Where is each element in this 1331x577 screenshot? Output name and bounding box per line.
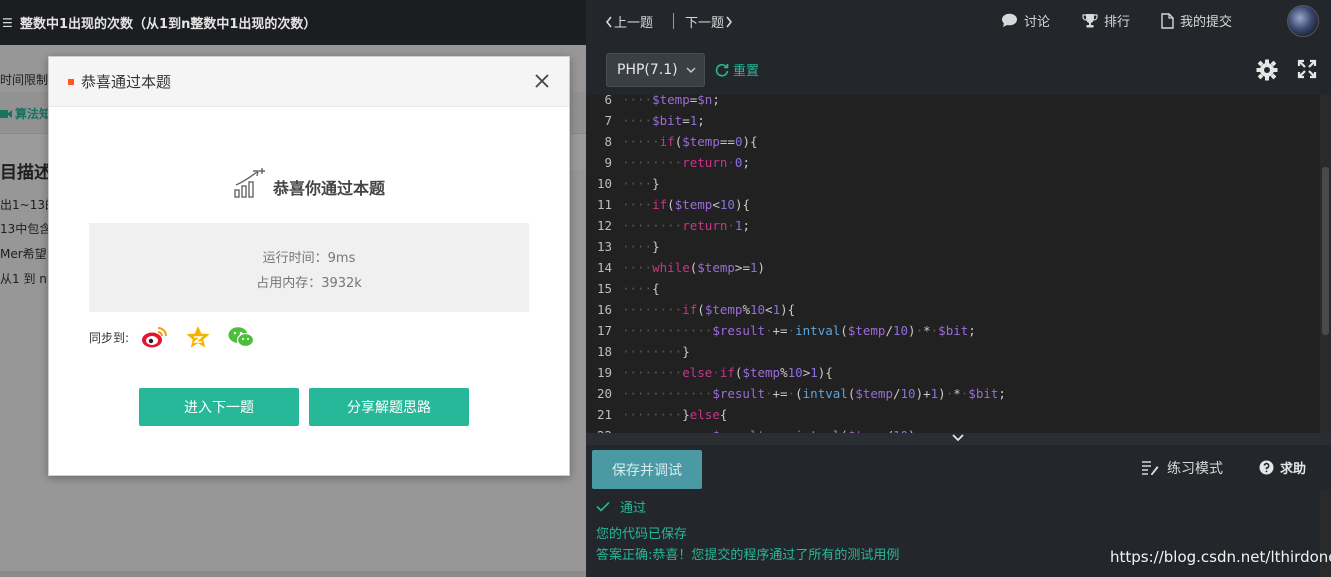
share-solution-button[interactable]: 分享解题思路	[309, 388, 469, 426]
line-number: 10	[596, 176, 612, 191]
next-problem-label: 下一题	[685, 16, 725, 31]
sync-row: 同步到:	[89, 325, 255, 349]
code-line: 19 ········else·if($temp%10>1){	[586, 362, 1320, 383]
avatar[interactable]	[1287, 5, 1319, 37]
language-select[interactable]: PHP(7.1)	[606, 53, 705, 87]
problem-title: 整数中1出现的次数（从1到n整数中1出现的次数）	[20, 17, 317, 32]
code-line: 14 ····while($temp>=1)	[586, 257, 1320, 278]
code-line: 18 ········}	[586, 341, 1320, 362]
chat-bubble-icon	[1002, 13, 1017, 27]
code-line: 20 ············$result·+=·(intval($temp/…	[586, 383, 1320, 404]
dialog-header: 恭喜通过本题	[49, 57, 569, 107]
trophy-icon	[1082, 13, 1098, 27]
code-scrollbar[interactable]	[1320, 95, 1331, 433]
sync-label: 同步到:	[89, 330, 130, 345]
code-saved-text: 您的代码已保存	[596, 527, 688, 542]
line-number: 20	[596, 386, 612, 401]
code-line: 17 ············$result·+=·intval($temp/1…	[586, 320, 1320, 341]
line-number: 6	[604, 95, 612, 107]
growth-chart-icon	[234, 168, 265, 198]
chevron-down-icon	[686, 67, 696, 73]
help-circle-icon	[1259, 460, 1274, 475]
line-number: 21	[596, 407, 612, 422]
next-problem-button[interactable]: 进入下一题	[139, 388, 299, 426]
rank-label: 排行	[1104, 15, 1131, 30]
check-icon	[596, 501, 610, 512]
refresh-icon	[715, 63, 729, 77]
rank-link[interactable]: 排行	[1082, 11, 1130, 30]
line-number: 7	[604, 113, 612, 128]
pass-status: 通过	[596, 497, 646, 516]
line-number: 18	[596, 344, 612, 359]
qzone-star-icon[interactable]	[185, 325, 211, 349]
top-bar: ☰ 整数中1出现的次数（从1到n整数中1出现的次数） 上一题 下一题 讨论 排行…	[0, 0, 1331, 45]
code-line: 8 ·····if($temp==0){	[586, 131, 1320, 152]
code-line: 7 ····$bit=1;	[586, 110, 1320, 131]
congrats-row: 恭喜你通过本题	[49, 167, 569, 199]
help-label: 求助	[1280, 462, 1307, 477]
document-icon	[1161, 12, 1174, 29]
edit-document-icon	[1142, 461, 1159, 475]
code-line: 15 ····{	[586, 278, 1320, 299]
editor-toolbar: PHP(7.1) 重置	[586, 45, 1331, 95]
line-number: 13	[596, 239, 612, 254]
line-number: 19	[596, 365, 612, 380]
practice-mode-label: 练习模式	[1167, 461, 1223, 477]
line-number: 11	[596, 197, 612, 212]
chevron-down-icon[interactable]	[951, 432, 965, 444]
result-stats-box: 运行时间：9ms 占用内存：3932k	[89, 223, 529, 312]
success-dialog: 恭喜通过本题 恭喜你通过本题 运行时间：9ms 占用内存：3932k 同步到:	[48, 56, 570, 476]
fullscreen-icon[interactable]	[1297, 59, 1317, 79]
pass-label: 通过	[620, 501, 647, 516]
run-bar: 保存并调试 练习模式 求助	[586, 445, 1331, 490]
code-line: 9 ········return·0;	[586, 152, 1320, 173]
language-value: PHP(7.1)	[617, 62, 678, 78]
discuss-label: 讨论	[1024, 15, 1051, 30]
save-and-debug-button[interactable]: 保存并调试	[592, 450, 702, 489]
chevron-left-icon	[605, 16, 612, 27]
line-number: 15	[596, 281, 612, 296]
help-button[interactable]: 求助	[1259, 458, 1306, 477]
code-line: 13 ····}	[586, 236, 1320, 257]
line-number: 17	[596, 323, 612, 338]
prev-problem-label: 上一题	[614, 16, 654, 31]
code-line: 10 ····}	[586, 173, 1320, 194]
code-line: 6 ····$temp=$n;	[586, 95, 1320, 110]
title-marker-icon	[68, 78, 74, 85]
problem-title-bar: ☰ 整数中1出现的次数（从1到n整数中1出现的次数）	[0, 0, 586, 45]
line-number: 14	[596, 260, 612, 275]
menu-icon[interactable]: ☰	[2, 16, 13, 30]
line-number: 9	[604, 155, 612, 170]
line-number: 16	[596, 302, 612, 317]
next-problem-link[interactable]: 下一题	[685, 12, 734, 31]
my-submissions-label: 我的提交	[1180, 15, 1233, 30]
prev-problem-link[interactable]: 上一题	[604, 12, 653, 31]
code-line: 12 ········return·1;	[586, 215, 1320, 236]
runtime-text: 运行时间：9ms	[262, 251, 356, 266]
reset-button[interactable]: 重置	[715, 60, 759, 79]
reset-label: 重置	[733, 64, 760, 79]
line-number: 12	[596, 218, 612, 233]
close-icon[interactable]	[534, 73, 550, 89]
code-line: 21 ········}else{	[586, 404, 1320, 425]
line-number: 8	[604, 134, 612, 149]
gear-icon[interactable]	[1256, 59, 1278, 81]
scrollbar-thumb[interactable]	[1322, 167, 1329, 335]
my-submissions-link[interactable]: 我的提交	[1161, 11, 1232, 30]
congrats-text: 恭喜你通过本题	[272, 179, 385, 198]
code-line: 11 ····if($temp<10){	[586, 194, 1320, 215]
code-line: 16 ········if($temp%10<1){	[586, 299, 1320, 320]
weibo-icon[interactable]	[141, 325, 169, 349]
wechat-icon[interactable]	[227, 325, 255, 349]
code-editor[interactable]: 6 ····$temp=$n; 7 ····$bit=1; 8 ·····if(…	[586, 95, 1331, 433]
dialog-title: 恭喜通过本题	[81, 73, 172, 91]
answer-correct-text: 答案正确:恭喜！您提交的程序通过了所有的测试用例	[596, 548, 900, 563]
editor-splitter[interactable]	[586, 433, 1331, 445]
nav-divider	[673, 13, 674, 29]
discuss-link[interactable]: 讨论	[1001, 11, 1050, 30]
memory-text: 占用内存：3932k	[256, 276, 362, 291]
watermark-text: https://blog.csdn.net/lthirdonel	[1110, 548, 1331, 566]
chevron-right-icon	[726, 16, 733, 27]
practice-mode-toggle[interactable]: 练习模式	[1141, 458, 1223, 478]
